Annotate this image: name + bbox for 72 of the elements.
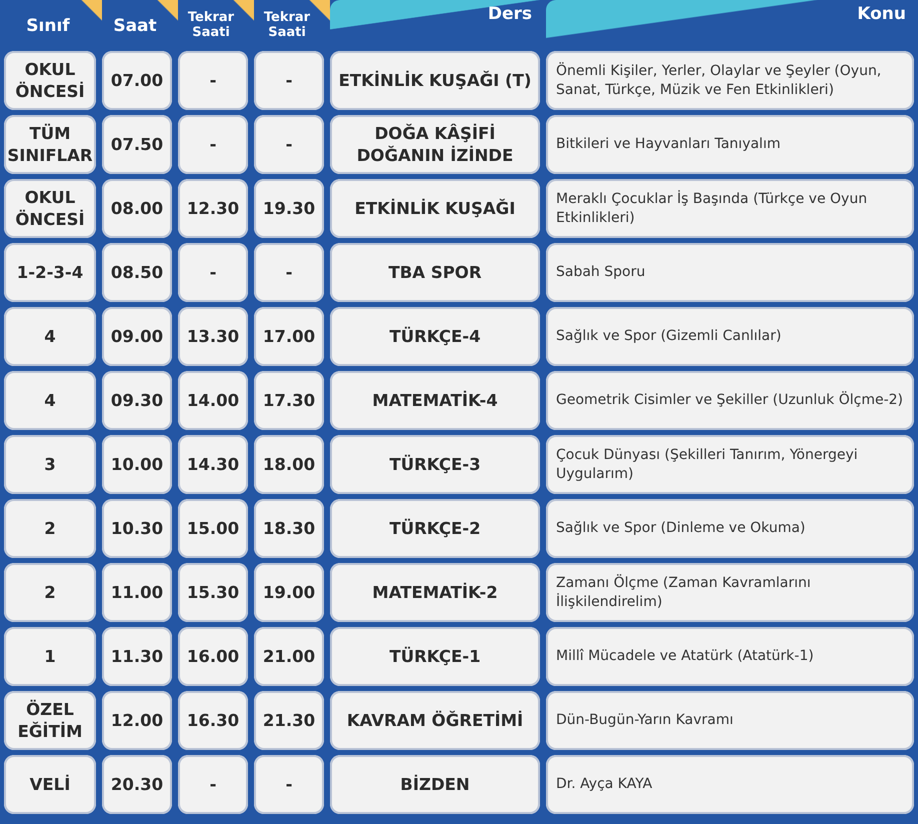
topic-cell: Meraklı Çocuklar İş Başında (Türkçe ve Oyun Etkinlikleri) bbox=[546, 179, 914, 238]
repeat-time-cell: 15.30 bbox=[178, 563, 248, 622]
lesson-cell: BİZDEN bbox=[330, 755, 540, 814]
topic-cell: Bitkileri ve Hayvanları Tanıyalım bbox=[546, 115, 914, 174]
repeat-time-cell: 21.30 bbox=[254, 691, 324, 750]
repeat-time-cell: 14.30 bbox=[178, 435, 248, 494]
topic-cell: Zamanı Ölçme (Zaman Kavramlarını İlişkilendirelim) bbox=[546, 563, 914, 622]
topic-cell: Sabah Sporu bbox=[546, 243, 914, 302]
topic-cell: Önemli Kişiler, Yerler, Olaylar ve Şeyler (Oyun, Sanat, Türkçe, Müzik ve Fen Etkinlikleri) bbox=[546, 51, 914, 110]
lesson-cell: TÜRKÇE-2 bbox=[330, 499, 540, 558]
class-cell: 2 bbox=[4, 499, 96, 558]
topic-cell: Çocuk Dünyası (Şekilleri Tanırım, Yönergeyi Uygularım) bbox=[546, 435, 914, 494]
time-cell: 10.00 bbox=[102, 435, 172, 494]
lesson-cell: KAVRAM ÖĞRETİMİ bbox=[330, 691, 540, 750]
lesson-cell: ETKİNLİK KUŞAĞI (T) bbox=[330, 51, 540, 110]
lesson-cell: DOĞA KÂŞİFİ DOĞANIN İZİNDE bbox=[330, 115, 540, 174]
class-cell: ÖZEL EĞİTİM bbox=[4, 691, 96, 750]
repeat-time-cell: - bbox=[254, 243, 324, 302]
repeat-time-cell: - bbox=[178, 115, 248, 174]
class-cell: TÜM SINIFLAR bbox=[4, 115, 96, 174]
repeat-time-cell: 16.30 bbox=[178, 691, 248, 750]
lesson-cell: MATEMATİK-2 bbox=[330, 563, 540, 622]
time-cell: 07.50 bbox=[102, 115, 172, 174]
repeat-time-cell: 17.00 bbox=[254, 307, 324, 366]
time-cell: 11.30 bbox=[102, 627, 172, 686]
repeat-time-cell: - bbox=[254, 755, 324, 814]
repeat-time-cell: 13.30 bbox=[178, 307, 248, 366]
topic-cell: Sağlık ve Spor (Dinleme ve Okuma) bbox=[546, 499, 914, 558]
class-cell: OKUL ÖNCESİ bbox=[4, 51, 96, 110]
lesson-cell: MATEMATİK-4 bbox=[330, 371, 540, 430]
time-cell: 12.00 bbox=[102, 691, 172, 750]
class-cell: 2 bbox=[4, 563, 96, 622]
topic-cell: Dr. Ayça KAYA bbox=[546, 755, 914, 814]
lesson-cell: ETKİNLİK KUŞAĞI bbox=[330, 179, 540, 238]
time-cell: 08.00 bbox=[102, 179, 172, 238]
lesson-cell: TÜRKÇE-4 bbox=[330, 307, 540, 366]
repeat-time-cell: 15.00 bbox=[178, 499, 248, 558]
topic-cell: Millî Mücadele ve Atatürk (Atatürk-1) bbox=[546, 627, 914, 686]
class-cell: OKUL ÖNCESİ bbox=[4, 179, 96, 238]
topic-cell: Geometrik Cisimler ve Şekiller (Uzunluk Ölçme-2) bbox=[546, 371, 914, 430]
topic-cell: Dün-Bugün-Yarın Kavramı bbox=[546, 691, 914, 750]
class-cell: 4 bbox=[4, 371, 96, 430]
repeat-time-cell: - bbox=[254, 51, 324, 110]
repeat-time-cell: 19.00 bbox=[254, 563, 324, 622]
class-cell: 1 bbox=[4, 627, 96, 686]
repeat-time-cell: 18.00 bbox=[254, 435, 324, 494]
repeat-time-cell: 18.30 bbox=[254, 499, 324, 558]
repeat-time-cell: 12.30 bbox=[178, 179, 248, 238]
lesson-cell: TÜRKÇE-1 bbox=[330, 627, 540, 686]
repeat-time-cell: - bbox=[254, 115, 324, 174]
repeat-time-cell: 17.30 bbox=[254, 371, 324, 430]
lesson-cell: TÜRKÇE-3 bbox=[330, 435, 540, 494]
time-cell: 20.30 bbox=[102, 755, 172, 814]
time-cell: 11.00 bbox=[102, 563, 172, 622]
repeat-time-cell: - bbox=[178, 243, 248, 302]
repeat-time-cell: - bbox=[178, 51, 248, 110]
time-cell: 08.50 bbox=[102, 243, 172, 302]
time-cell: 07.00 bbox=[102, 51, 172, 110]
class-cell: 4 bbox=[4, 307, 96, 366]
time-cell: 10.30 bbox=[102, 499, 172, 558]
repeat-time-cell: 21.00 bbox=[254, 627, 324, 686]
topic-cell: Sağlık ve Spor (Gizemli Canlılar) bbox=[546, 307, 914, 366]
time-cell: 09.00 bbox=[102, 307, 172, 366]
lesson-cell: TBA SPOR bbox=[330, 243, 540, 302]
class-cell: 1-2-3-4 bbox=[4, 243, 96, 302]
repeat-time-cell: - bbox=[178, 755, 248, 814]
time-cell: 09.30 bbox=[102, 371, 172, 430]
repeat-time-cell: 16.00 bbox=[178, 627, 248, 686]
repeat-time-cell: 19.30 bbox=[254, 179, 324, 238]
class-cell: VELİ bbox=[4, 755, 96, 814]
repeat-time-cell: 14.00 bbox=[178, 371, 248, 430]
class-cell: 3 bbox=[4, 435, 96, 494]
